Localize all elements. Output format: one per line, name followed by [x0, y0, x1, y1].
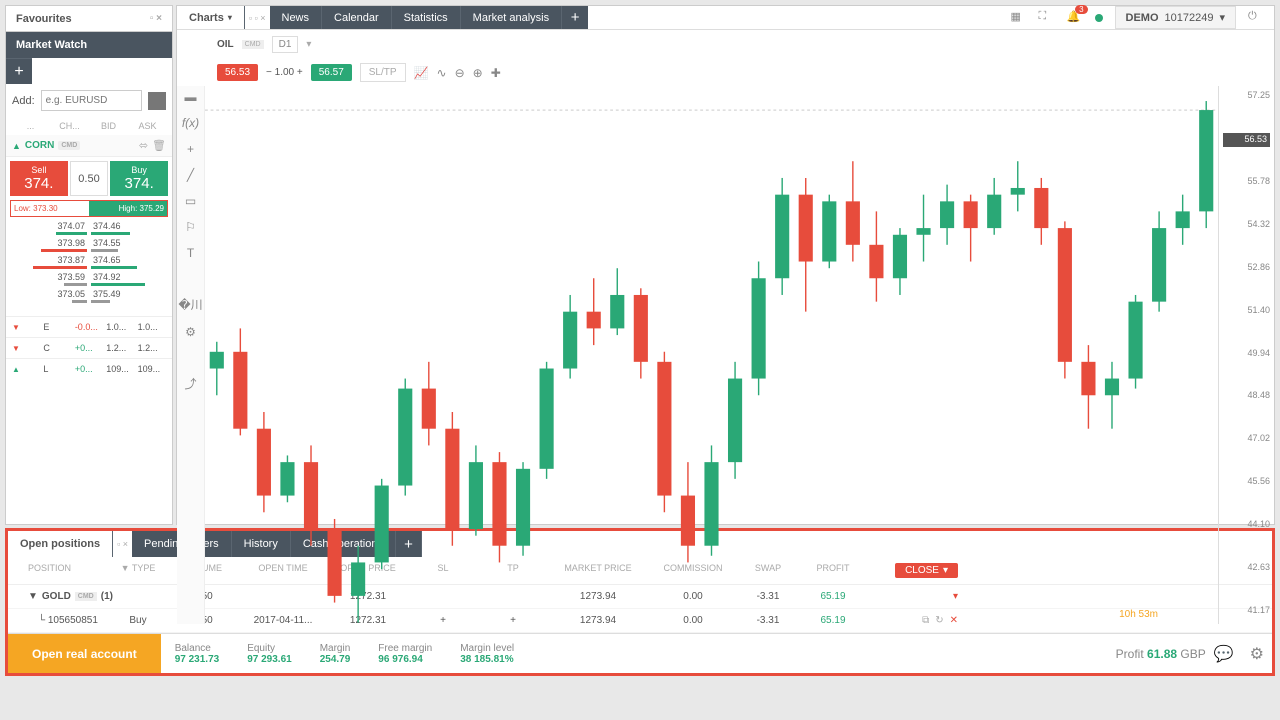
window-controls-icon[interactable]: ▫ ×	[113, 539, 132, 549]
stat-equity: Equity97 293.61	[233, 643, 306, 665]
chevron-up-icon: ▲	[12, 141, 21, 151]
bell-icon[interactable]: 🔔3	[1067, 10, 1083, 26]
line-chart-icon[interactable]: 📈	[414, 66, 429, 80]
total-profit: Profit 61.88 GBP	[1116, 647, 1206, 661]
grid-view-icon[interactable]	[148, 92, 166, 110]
watchlist-row[interactable]: ▲L+0...109...109...	[6, 358, 172, 379]
tab-favourites[interactable]: Favourites ▫ ×	[6, 6, 172, 32]
tab-statistics[interactable]: Statistics	[392, 6, 461, 29]
stat-free-margin: Free margin96 976.94	[364, 643, 446, 665]
account-footer: Open real account Balance97 231.73 Equit…	[8, 633, 1272, 673]
stat-balance: Balance97 231.73	[161, 643, 234, 665]
candle-type-icon[interactable]: ▬	[185, 90, 197, 104]
settings-icon[interactable]: ⚙	[185, 325, 196, 339]
bid-pill[interactable]: 56.53	[217, 64, 258, 81]
gear-icon[interactable]: ⚙	[1242, 644, 1272, 664]
volume-icon[interactable]: �川	[178, 296, 202, 313]
depth-row: 373.98 374.55	[10, 238, 168, 252]
chart-header: OIL CMD D1 ▾	[177, 30, 1274, 59]
ask-pill[interactable]: 56.57	[311, 64, 352, 81]
low-high-bar: Low: 373.30 High: 375.29	[10, 200, 168, 217]
drawing-tools: ▬ f(x) + ╱ ▭ ⚐ T �川 ⚙ ⤴	[177, 86, 205, 624]
depth-row: 373.87 374.65	[10, 255, 168, 269]
connection-status-icon	[1095, 14, 1103, 22]
buy-button[interactable]: Buy 374.	[110, 161, 168, 196]
depth-row: 373.59 374.92	[10, 272, 168, 286]
zoom-in-icon[interactable]: ⊕	[473, 66, 483, 80]
function-icon[interactable]: f(x)	[182, 116, 199, 130]
chart-icon[interactable]: ⬄	[139, 139, 148, 152]
timeframe-selector[interactable]: D1	[272, 36, 299, 53]
open-real-account-button[interactable]: Open real account	[8, 634, 161, 673]
tab-market-watch[interactable]: Market Watch	[6, 32, 172, 58]
tab-calendar[interactable]: Calendar	[322, 6, 392, 29]
chevron-down-icon: ▾	[1219, 11, 1225, 24]
volume-input[interactable]: 0.50	[70, 161, 109, 196]
stat-margin: Margin254.79	[306, 643, 365, 665]
spread-label: − 1.00 +	[266, 67, 303, 78]
tab-charts[interactable]: Charts	[177, 6, 245, 29]
tab-news[interactable]: News	[270, 6, 323, 29]
chevron-down-icon[interactable]: ▾	[306, 39, 311, 50]
watchlist-header: ... CH... BID ASK	[6, 117, 172, 135]
tab-open-positions[interactable]: Open positions	[8, 531, 113, 557]
watchlist-row[interactable]: ▼C+0...1.2...1.2...	[6, 337, 172, 358]
countdown-timer: 10h 53m	[1119, 609, 1158, 620]
tab-market-analysis[interactable]: Market analysis	[461, 6, 562, 29]
sell-button[interactable]: Sell 374.	[10, 161, 68, 196]
add-button[interactable]: +	[6, 58, 32, 84]
trendline-icon[interactable]: ╱	[187, 168, 194, 182]
indicator-icon[interactable]: ∿	[437, 66, 447, 80]
stat-margin-level: Margin level38 185.81%	[446, 643, 528, 665]
chart-toolbar: 56.53 − 1.00 + 56.57 SL/TP 📈 ∿ ⊖ ⊕ ✚	[177, 59, 1274, 86]
watchlist-row[interactable]: ▼E-0.0...1.0...1.0...	[6, 316, 172, 337]
main-area: Charts ▫ ▫ × News Calendar Statistics Ma…	[176, 5, 1275, 525]
symbol-header-corn[interactable]: ▲ CORNCMD ⬄ 🗑	[6, 135, 172, 157]
layout-icon[interactable]: ▦	[1011, 10, 1027, 26]
depth-row: 374.07 374.46	[10, 221, 168, 235]
flag-icon[interactable]: ⚐	[185, 220, 196, 234]
account-selector[interactable]: DEMO 10172249 ▾	[1115, 6, 1236, 29]
depth-row: 373.05 375.49	[10, 289, 168, 303]
fullscreen-icon[interactable]: ⛶	[1039, 10, 1055, 26]
add-tab-button[interactable]: +	[562, 6, 588, 29]
window-controls-icon[interactable]: ▫ ×	[150, 13, 162, 24]
text-icon[interactable]: T	[187, 246, 194, 260]
sidebar: Favourites ▫ × Market Watch + Add: ... C…	[5, 5, 173, 525]
zoom-out-icon[interactable]: ⊖	[455, 66, 465, 80]
chat-icon[interactable]: 💬	[1206, 644, 1242, 664]
sltp-button[interactable]: SL/TP	[360, 63, 406, 82]
rectangle-icon[interactable]: ▭	[185, 194, 196, 208]
window-controls-icon[interactable]: ▫ ▫ ×	[245, 13, 270, 23]
delete-icon[interactable]: 🗑	[152, 139, 166, 152]
price-chart[interactable]: 10h 53m	[205, 86, 1218, 624]
add-label: Add:	[12, 95, 35, 107]
market-depth: 374.07 374.46 373.98 374.55 373.87 374.6…	[6, 217, 172, 310]
share-icon[interactable]: ⤴	[184, 375, 196, 392]
add-symbol-input[interactable]	[41, 90, 142, 111]
crosshair-icon[interactable]: ✚	[491, 66, 501, 80]
power-icon[interactable]: ⏻	[1248, 10, 1264, 26]
main-tabs: Charts ▫ ▫ × News Calendar Statistics Ma…	[177, 6, 1274, 30]
cross-icon[interactable]: +	[187, 142, 194, 156]
y-axis: 57.2556.5355.7854.3252.8651.4049.9448.48…	[1218, 86, 1274, 624]
